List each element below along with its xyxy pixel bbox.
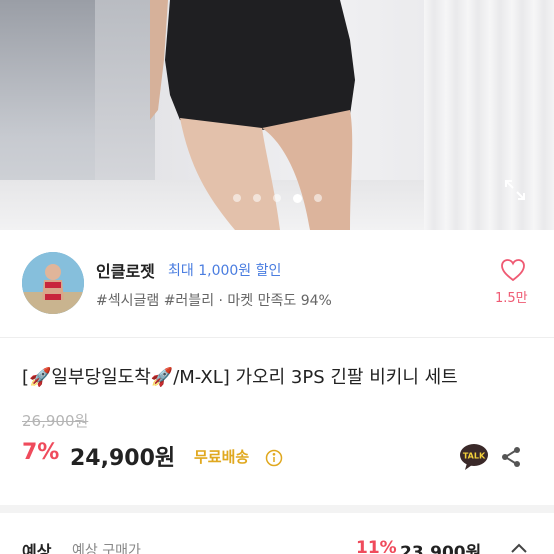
sale-price: 24,900원 <box>70 446 176 471</box>
carousel-indicator <box>222 193 332 203</box>
seller-name[interactable]: 인클로젯 <box>96 258 155 282</box>
promo-label: 예상 <box>22 542 52 554</box>
section-divider <box>0 505 554 513</box>
seller-tags: #섹시글램 #러블리 · 마켓 만족도 94% <box>96 293 332 309</box>
like-count: 1.5만 <box>495 291 528 306</box>
talk-label: TALK <box>463 452 486 461</box>
carousel-dot[interactable] <box>313 194 322 202</box>
carousel-dot-active[interactable] <box>292 193 302 203</box>
original-price: 26,900원 <box>22 412 89 430</box>
info-icon[interactable] <box>265 449 283 467</box>
heart-icon[interactable] <box>500 258 526 282</box>
seller-avatar[interactable] <box>22 252 84 314</box>
share-icon[interactable] <box>499 445 523 469</box>
seller-section: 인클로젯 최대 1,000원 할인 #섹시글램 #러블리 · 마켓 만족도 94… <box>0 230 554 338</box>
expand-icon[interactable] <box>503 178 527 202</box>
product-title: [🚀일부당일도착🚀/M-XL] 가오리 3PS 긴팔 비키니 세트 <box>22 367 458 388</box>
discount-rate: 7% <box>22 440 60 465</box>
shipping-badge: 무료배송 <box>194 448 250 466</box>
carousel-dot[interactable] <box>232 194 241 202</box>
carousel-dot[interactable] <box>272 194 281 202</box>
product-image[interactable] <box>0 0 554 230</box>
seller-coupon[interactable]: 최대 1,000원 할인 <box>168 260 281 280</box>
image-curtain <box>424 0 554 230</box>
promo-sub: 예상 구매가 <box>72 543 141 554</box>
talk-icon[interactable]: TALK <box>459 443 489 471</box>
promo-discount: 11% <box>356 538 397 554</box>
carousel-dot[interactable] <box>252 194 261 202</box>
promo-price: 23,900원 <box>400 543 482 554</box>
chevron-up-icon[interactable] <box>510 542 528 554</box>
